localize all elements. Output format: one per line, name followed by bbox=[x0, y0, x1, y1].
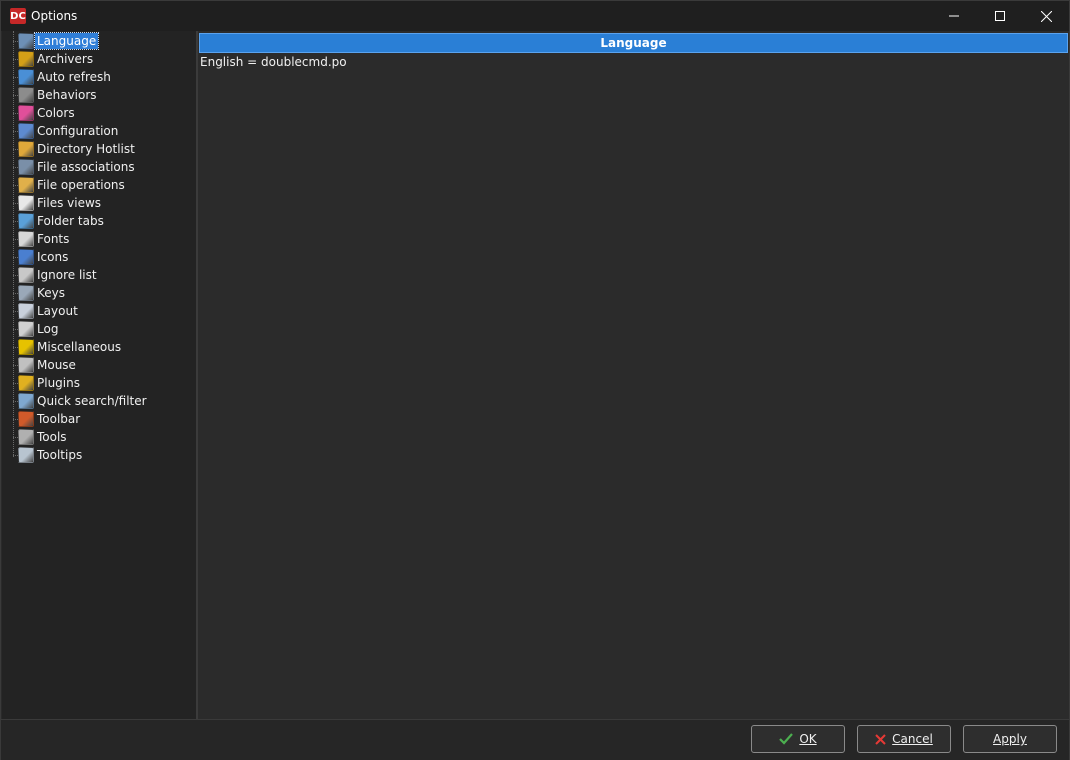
archive-icon bbox=[18, 51, 34, 67]
tree-item-label: Ignore list bbox=[37, 268, 97, 282]
window-controls bbox=[931, 1, 1069, 31]
tree-item-label: Icons bbox=[37, 250, 69, 264]
tree-item-label: Tooltips bbox=[37, 448, 83, 462]
lightbulb-icon bbox=[18, 447, 34, 463]
tree-item-label: Colors bbox=[37, 106, 75, 120]
minimize-button[interactable] bbox=[931, 1, 977, 31]
tree-item-label: Folder tabs bbox=[37, 214, 104, 228]
tree-item-label: Directory Hotlist bbox=[37, 142, 135, 156]
toolbar-icon bbox=[18, 411, 34, 427]
tree-item-label: Layout bbox=[37, 304, 78, 318]
language-flag-icon bbox=[18, 33, 34, 49]
cancel-button[interactable]: Cancel bbox=[857, 725, 951, 753]
folder-star-icon bbox=[18, 141, 34, 157]
ok-button[interactable]: OK bbox=[751, 725, 845, 753]
lock-icon bbox=[18, 87, 34, 103]
file-list-icon bbox=[18, 159, 34, 175]
tree-item-label: File associations bbox=[37, 160, 135, 174]
folder-file-icon bbox=[18, 177, 34, 193]
icons-icon bbox=[18, 249, 34, 265]
refresh-icon bbox=[18, 69, 34, 85]
maximize-icon bbox=[995, 11, 1005, 21]
minimize-icon bbox=[949, 15, 959, 17]
config-window-icon bbox=[18, 123, 34, 139]
ignore-list-icon bbox=[18, 267, 34, 283]
tree-item-label: Language bbox=[33, 32, 100, 50]
section-header: Language bbox=[199, 33, 1068, 53]
tree-item-label: Fonts bbox=[37, 232, 70, 246]
app-logo-icon: DC bbox=[10, 8, 26, 24]
check-icon bbox=[779, 733, 794, 745]
button-bar: OK Cancel Apply bbox=[1, 719, 1069, 760]
content-panel: Language English = doublecmd.po bbox=[198, 31, 1069, 719]
mouse-icon bbox=[18, 357, 34, 373]
cancel-button-label: Cancel bbox=[892, 732, 933, 746]
x-icon bbox=[875, 733, 886, 745]
misc-smiley-icon bbox=[18, 339, 34, 355]
maximize-button[interactable] bbox=[977, 1, 1023, 31]
layout-icon bbox=[18, 303, 34, 319]
tree-item-label: Plugins bbox=[37, 376, 80, 390]
tree-item-label: Auto refresh bbox=[37, 70, 111, 84]
columns-icon bbox=[18, 195, 34, 211]
tree-item-label: Configuration bbox=[37, 124, 119, 138]
apply-button[interactable]: Apply bbox=[963, 725, 1057, 753]
tree-item-label: File operations bbox=[37, 178, 125, 192]
puzzle-icon bbox=[18, 375, 34, 391]
color-wheel-icon bbox=[18, 105, 34, 121]
font-icon bbox=[18, 231, 34, 247]
log-icon bbox=[18, 321, 34, 337]
title-bar: DC Options bbox=[1, 1, 1069, 31]
tree-item-label: Toolbar bbox=[37, 412, 81, 426]
search-file-icon bbox=[18, 393, 34, 409]
ok-button-label: OK bbox=[799, 732, 817, 746]
tree-item-label: Tools bbox=[37, 430, 67, 444]
tabs-icon bbox=[18, 213, 34, 229]
tree-item-label: Behaviors bbox=[37, 88, 97, 102]
tree-item-label: Log bbox=[37, 322, 59, 336]
close-button[interactable] bbox=[1023, 1, 1069, 31]
keyboard-icon bbox=[18, 285, 34, 301]
options-window: DC Options Language Archivers Auto refresh… bbox=[0, 0, 1070, 760]
tools-icon bbox=[18, 429, 34, 445]
language-entry[interactable]: English = doublecmd.po bbox=[200, 55, 347, 69]
options-tree[interactable]: Language Archivers Auto refresh Behaviors Co… bbox=[2, 31, 196, 719]
tree-item-label: Miscellaneous bbox=[37, 340, 122, 354]
tree-item-label: Quick search/filter bbox=[37, 394, 147, 408]
apply-button-label: Apply bbox=[993, 732, 1027, 746]
tree-item-label: Mouse bbox=[37, 358, 76, 372]
tree-item-label: Keys bbox=[37, 286, 66, 300]
tree-item-label: Archivers bbox=[37, 52, 94, 66]
tree-item-label: Files views bbox=[37, 196, 102, 210]
close-icon bbox=[1040, 10, 1052, 22]
window-title: Options bbox=[31, 9, 78, 23]
